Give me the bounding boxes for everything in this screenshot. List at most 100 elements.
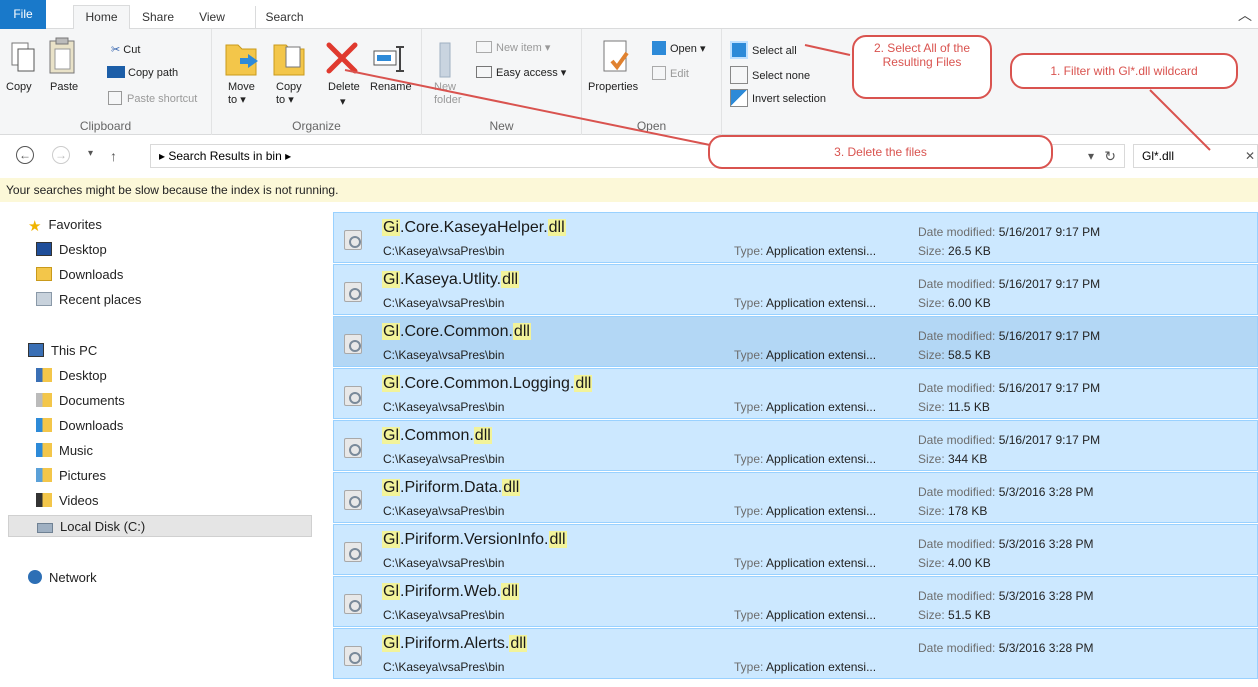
file-row[interactable]: Gl.Piriform.Alerts.dll C:\Kaseya\vsaPres… xyxy=(333,628,1258,679)
new-label: New xyxy=(489,119,514,133)
easy-access-button[interactable]: Easy access ▾ xyxy=(476,66,566,79)
refresh-icon[interactable]: ↻ xyxy=(1104,145,1116,167)
date-label: Date modified: xyxy=(918,329,999,343)
address-dropdown-button[interactable]: ▾ xyxy=(1088,145,1094,167)
nav-videos[interactable]: Videos xyxy=(36,490,99,512)
nav-pc-downloads[interactable]: Downloads xyxy=(36,415,123,437)
file-row[interactable]: Gl.Piriform.Data.dll C:\Kaseya\vsaPres\b… xyxy=(333,472,1258,523)
date-value: 5/16/2017 9:17 PM xyxy=(998,381,1101,395)
move-to-button[interactable]: Move to ▾ xyxy=(228,81,258,107)
clear-search-icon[interactable]: ✕ xyxy=(1245,145,1255,167)
file-type: Type: Application extensi... xyxy=(734,400,876,414)
new-folder-button[interactable]: New folder xyxy=(434,81,470,107)
nav-downloads[interactable]: Downloads xyxy=(36,264,123,286)
file-size: Size: 4.00 KB xyxy=(918,556,991,570)
copy-path-button[interactable]: Copy path xyxy=(107,66,178,79)
file-row[interactable]: Gl.Kaseya.Utlity.dll C:\Kaseya\vsaPres\b… xyxy=(333,264,1258,315)
file-name: Gl.Piriform.Data.dll xyxy=(382,479,521,497)
organize-label: Organize xyxy=(292,119,341,133)
date-value: 5/16/2017 9:17 PM xyxy=(998,277,1101,291)
nav-pc-desktop-label: Desktop xyxy=(59,368,107,383)
size-label: Size: xyxy=(918,296,949,310)
recent-locations-button[interactable]: ▾ xyxy=(88,148,93,159)
new-item-button[interactable]: New item ▾ xyxy=(476,41,550,54)
properties-button[interactable]: Properties xyxy=(588,81,638,93)
copy-to-button[interactable]: Copy to ▾ xyxy=(276,81,306,107)
size-label: Size: xyxy=(918,400,949,414)
forward-button[interactable]: → xyxy=(52,146,70,164)
back-button[interactable]: ← xyxy=(16,146,34,164)
tab-home[interactable]: Home xyxy=(73,5,130,30)
file-row[interactable]: Gi.Core.KaseyaHelper.dll C:\Kaseya\vsaPr… xyxy=(333,212,1258,263)
name-text: .Core.KaseyaHelper. xyxy=(400,219,548,236)
file-name: Gl.Piriform.VersionInfo.dll xyxy=(382,531,567,549)
size-label: Size: xyxy=(918,504,949,518)
file-date: Date modified: 5/3/2016 3:28 PM xyxy=(918,537,1093,551)
nav-videos-label: Videos xyxy=(59,493,99,508)
music-icon xyxy=(36,443,52,457)
file-row[interactable]: Gl.Core.Common.Logging.dll C:\Kaseya\vsa… xyxy=(333,368,1258,419)
nav-pc-downloads-label: Downloads xyxy=(59,418,124,433)
file-path: C:\Kaseya\vsaPres\bin xyxy=(383,556,505,570)
nav-localdisk-label: Local Disk (C:) xyxy=(60,519,146,534)
file-row[interactable]: Gl.Piriform.VersionInfo.dll C:\Kaseya\vs… xyxy=(333,524,1258,575)
tab-search[interactable]: Search xyxy=(255,6,313,29)
file-row[interactable]: Gl.Piriform.Web.dll C:\Kaseya\vsaPres\bi… xyxy=(333,576,1258,627)
index-warning-bar[interactable]: Your searches might be slow because the … xyxy=(0,178,1258,202)
tab-view[interactable]: View xyxy=(194,6,230,29)
edit-button[interactable]: Edit xyxy=(652,66,689,80)
nav-documents[interactable]: Documents xyxy=(36,390,125,412)
nav-pictures[interactable]: Pictures xyxy=(36,465,106,487)
paste-shortcut-button[interactable]: Paste shortcut xyxy=(108,91,197,105)
nav-music[interactable]: Music xyxy=(36,440,93,462)
date-value: 5/3/2016 3:28 PM xyxy=(998,537,1094,551)
paste-button[interactable]: Paste xyxy=(50,81,78,93)
delete-button[interactable]: Delete xyxy=(328,81,360,93)
search-input[interactable]: Gl*.dll ✕ xyxy=(1133,144,1258,168)
invert-selection-button[interactable]: Invert selection xyxy=(730,89,826,107)
cut-button[interactable]: ✂ Cut xyxy=(111,43,140,56)
nav-desktop[interactable]: Desktop xyxy=(36,239,107,261)
name-ext-match: dll xyxy=(509,635,528,652)
clipboard-group: Copy Paste ✂ Cut Copy path Paste shortcu… xyxy=(0,29,212,135)
breadcrumb[interactable]: ▸ Search Results in bin ▸ xyxy=(159,149,291,163)
copy-button[interactable]: Copy xyxy=(6,81,32,93)
type-label: Type: xyxy=(734,504,767,518)
rename-icon xyxy=(372,45,406,76)
dll-file-icon xyxy=(344,282,362,302)
delete-icon xyxy=(325,41,359,78)
name-match: Gl xyxy=(382,479,400,496)
open-button[interactable]: Open ▾ xyxy=(652,41,706,55)
collapse-ribbon-icon[interactable]: ︿ xyxy=(1238,5,1252,25)
select-none-button[interactable]: Select none xyxy=(730,66,810,84)
tab-share[interactable]: Share xyxy=(138,6,178,29)
date-label: Date modified: xyxy=(918,589,999,603)
size-value: 51.5 KB xyxy=(948,608,991,622)
file-type: Type: Application extensi... xyxy=(734,608,876,622)
nav-recent-places[interactable]: Recent places xyxy=(36,289,141,311)
size-label: Size: xyxy=(918,244,949,258)
nav-local-disk[interactable]: Local Disk (C:) xyxy=(8,515,312,537)
nav-favorites[interactable]: ★ Favorites xyxy=(28,214,102,236)
name-match: Gl xyxy=(382,323,400,340)
tab-file[interactable]: File xyxy=(0,0,46,29)
date-value: 5/3/2016 3:28 PM xyxy=(998,589,1094,603)
rename-button[interactable]: Rename xyxy=(370,81,412,93)
file-row[interactable]: Gl.Common.dll C:\Kaseya\vsaPres\bin Type… xyxy=(333,420,1258,471)
file-date: Date modified: 5/3/2016 3:28 PM xyxy=(918,589,1093,603)
file-name: Gl.Core.Common.Logging.dll xyxy=(382,375,593,393)
network-icon xyxy=(28,570,42,584)
navigation-pane: ★ Favorites Desktop Downloads Recent plac… xyxy=(0,210,320,687)
file-row[interactable]: Gl.Core.Common.dll C:\Kaseya\vsaPres\bin… xyxy=(333,316,1258,367)
up-button[interactable]: ↑ xyxy=(110,148,117,164)
nav-this-pc[interactable]: This PC xyxy=(28,340,97,362)
dll-file-icon xyxy=(344,334,362,354)
type-value: Application extensi... xyxy=(766,660,877,674)
delete-dropdown[interactable]: ▾ xyxy=(340,95,346,108)
file-type: Type: Application extensi... xyxy=(734,660,876,674)
select-none-icon xyxy=(730,66,748,84)
nav-pc-desktop[interactable]: Desktop xyxy=(36,365,107,387)
nav-network[interactable]: Network xyxy=(28,567,97,589)
select-all-button[interactable]: Select all xyxy=(730,41,797,59)
file-size: Size: 344 KB xyxy=(918,452,987,466)
